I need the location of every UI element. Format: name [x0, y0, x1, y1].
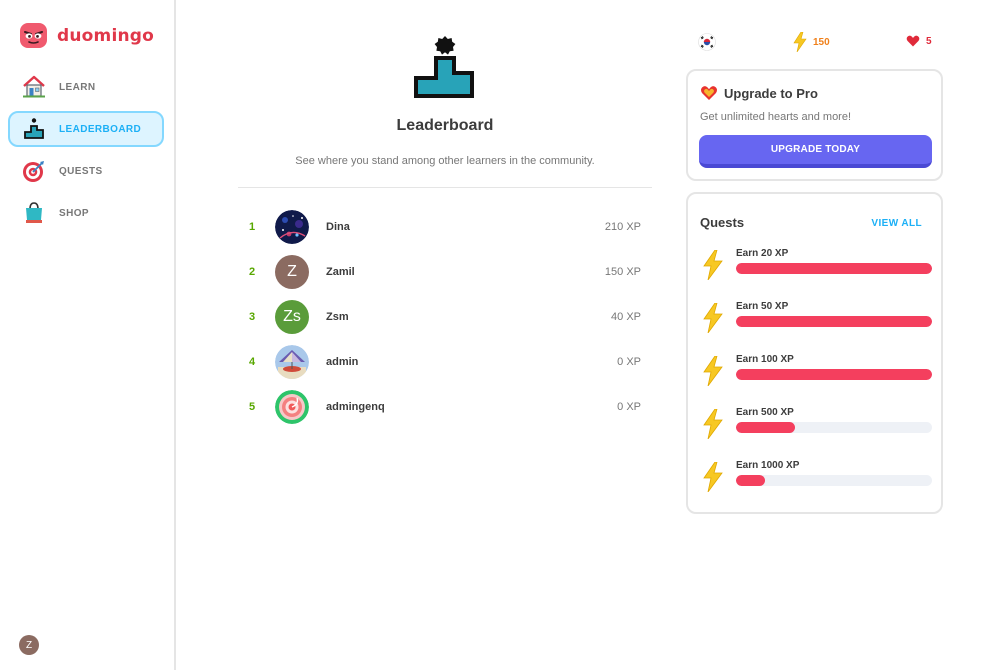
hearts-counter[interactable]: 5 — [906, 34, 932, 48]
lightning-icon — [793, 32, 807, 52]
quest-progress-bar — [736, 316, 932, 327]
sidebar: duomingo LEARN LEADERBOARD QUESTS SHOP Z — [0, 0, 176, 670]
upgrade-title: Upgrade to Pro — [700, 84, 818, 102]
quest-item: Earn 50 XP — [702, 301, 934, 341]
xp-value: 210 XP — [604, 220, 641, 233]
upgrade-description: Get unlimited hearts and more! — [700, 111, 852, 123]
heart-icon — [906, 35, 920, 47]
sidebar-item-label: LEARN — [59, 81, 96, 93]
user-avatar — [275, 344, 309, 379]
quest-progress-fill — [736, 422, 795, 433]
xp-value: 0 XP — [617, 400, 641, 413]
page-title: Leaderboard — [396, 117, 494, 134]
username: admin — [326, 355, 359, 368]
username: admingenq — [326, 400, 385, 413]
leaderboard-row[interactable]: 5 admingenq 0 XP — [238, 384, 652, 429]
user-avatar[interactable]: Z — [19, 635, 39, 655]
leaderboard-list: 1 Dina 210 XP 2 Z Zamil 150 XP 3 Zs Zsm … — [238, 204, 652, 429]
logo[interactable]: duomingo — [19, 21, 154, 50]
quest-progress-fill — [736, 369, 932, 380]
app-name: duomingo — [57, 25, 155, 46]
heart-badge-icon — [701, 86, 717, 100]
rank: 2 — [249, 265, 256, 278]
quests-title: Quests — [700, 215, 745, 230]
quest-progress-bar — [736, 369, 932, 380]
quest-label: Earn 1000 XP — [736, 460, 800, 471]
quest-progress-bar — [736, 263, 932, 274]
carousel-avatar-icon — [275, 344, 309, 379]
house-icon — [21, 74, 47, 100]
rank: 4 — [249, 355, 256, 368]
username: Zamil — [326, 265, 355, 278]
lightning-icon — [703, 250, 723, 280]
lightning-icon — [703, 462, 723, 492]
podium-icon — [21, 116, 47, 142]
page-subtitle: See where you stand among other learners… — [295, 155, 595, 167]
upgrade-card: Upgrade to Pro Get unlimited hearts and … — [686, 69, 943, 181]
quest-label: Earn 100 XP — [736, 354, 794, 365]
user-avatar: Z — [275, 254, 309, 289]
sidebar-item-learn[interactable]: LEARN — [8, 69, 164, 105]
sidebar-item-shop[interactable]: SHOP — [8, 195, 164, 231]
xp-value: 40 XP — [611, 310, 641, 323]
quest-progress-bar — [736, 422, 932, 433]
leaderboard-row[interactable]: 2 Z Zamil 150 XP — [238, 249, 652, 294]
quest-progress-fill — [736, 316, 932, 327]
xp-count: 150 — [813, 36, 830, 48]
quest-item: Earn 100 XP — [702, 354, 934, 394]
leaderboard-row[interactable]: 1 Dina 210 XP — [238, 204, 652, 249]
upgrade-title-text: Upgrade to Pro — [724, 85, 818, 101]
quest-label: Earn 50 XP — [736, 301, 789, 312]
mascot-logo-icon — [20, 23, 47, 48]
lightning-icon — [703, 409, 723, 439]
quest-progress-fill — [736, 475, 766, 486]
shopping-bag-icon — [21, 200, 47, 226]
user-avatar — [275, 389, 309, 424]
quest-item: Earn 20 XP — [702, 248, 934, 288]
sidebar-item-label: LEADERBOARD — [59, 123, 142, 135]
sidebar-item-label: QUESTS — [59, 165, 103, 177]
lightning-icon — [703, 303, 723, 333]
upgrade-button[interactable]: UPGRADE TODAY — [699, 135, 932, 168]
korea-flag-icon — [698, 33, 716, 51]
stats-bar: 150 5 — [698, 32, 934, 52]
sidebar-item-label: SHOP — [59, 207, 89, 219]
sidebar-item-leaderboard[interactable]: LEADERBOARD — [8, 111, 164, 147]
user-avatar — [275, 209, 309, 244]
divider — [238, 187, 652, 188]
quest-item: Earn 500 XP — [702, 407, 934, 447]
rank: 1 — [249, 220, 256, 233]
xp-value: 0 XP — [617, 355, 641, 368]
language-flag[interactable] — [698, 33, 716, 51]
space-avatar-icon — [275, 209, 309, 244]
hearts-count: 5 — [926, 35, 932, 47]
username: Zsm — [326, 310, 349, 323]
quest-item: Earn 1000 XP — [702, 460, 934, 500]
leaderboard-row[interactable]: 3 Zs Zsm 40 XP — [238, 294, 652, 339]
leaderboard-row[interactable]: 4 admin 0 XP — [238, 339, 652, 384]
user-avatar: Zs — [275, 299, 309, 334]
rank: 5 — [249, 400, 256, 413]
quest-label: Earn 20 XP — [736, 248, 789, 259]
xp-value: 150 XP — [604, 265, 641, 278]
view-all-link[interactable]: VIEW ALL — [871, 218, 922, 229]
quests-card: Quests VIEW ALL Earn 20 XP Earn 50 XP Ea… — [686, 192, 943, 514]
quest-progress-fill — [736, 263, 932, 274]
lightning-icon — [703, 356, 723, 386]
sidebar-item-quests[interactable]: QUESTS — [8, 153, 164, 189]
target-icon — [21, 158, 47, 184]
quest-progress-bar — [736, 475, 932, 486]
rank: 3 — [249, 310, 256, 323]
quest-label: Earn 500 XP — [736, 407, 794, 418]
xp-counter[interactable]: 150 — [793, 32, 830, 52]
swirl-avatar-icon — [275, 389, 309, 424]
sidebar-nav: LEARN LEADERBOARD QUESTS SHOP — [8, 69, 164, 237]
podium-icon — [414, 36, 474, 98]
username: Dina — [326, 220, 350, 233]
